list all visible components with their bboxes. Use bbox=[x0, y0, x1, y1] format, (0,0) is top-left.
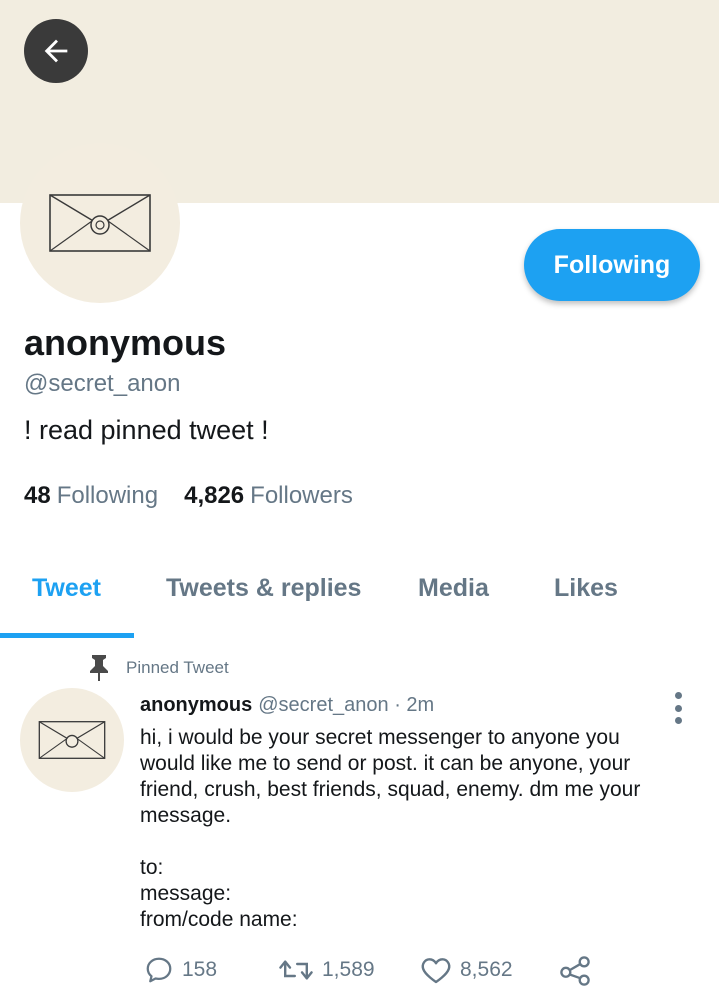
following-stat[interactable]: 48 Following bbox=[24, 482, 158, 510]
retweet-icon bbox=[279, 960, 313, 980]
following-count: 48 bbox=[24, 482, 51, 509]
active-tab-indicator bbox=[0, 633, 134, 638]
tweet-avatar[interactable] bbox=[20, 688, 124, 792]
followers-label: Followers bbox=[250, 482, 353, 509]
envelope-icon bbox=[38, 721, 106, 759]
vertical-dots-icon bbox=[674, 692, 682, 699]
profile-stats: 48 Following 4,826 Followers bbox=[24, 482, 353, 510]
tweet-author-meta: @secret_anon · 2m bbox=[258, 694, 435, 716]
arrow-left-icon bbox=[44, 39, 68, 63]
profile-bio: ! read pinned tweet ! bbox=[24, 415, 269, 445]
tab-tweets[interactable]: Tweet bbox=[32, 574, 101, 603]
retweet-button[interactable]: 1,589 bbox=[278, 955, 375, 985]
dot bbox=[674, 704, 682, 712]
share-button[interactable] bbox=[558, 955, 600, 987]
tweet-header: anonymous @secret_anon · 2m bbox=[140, 694, 434, 717]
reply-count: 158 bbox=[182, 958, 218, 981]
back-button[interactable] bbox=[24, 19, 88, 83]
pinned-tweet-label: Pinned Tweet bbox=[126, 658, 229, 677]
tab-media[interactable]: Media bbox=[418, 574, 489, 603]
retweet-count: 1,589 bbox=[322, 958, 375, 981]
envelope-icon bbox=[49, 194, 151, 252]
tweet-line-from: from/code name: bbox=[140, 908, 298, 931]
speech-bubble-icon bbox=[146, 957, 172, 983]
tweet-author-name[interactable]: anonymous bbox=[140, 694, 252, 716]
profile-avatar[interactable] bbox=[20, 143, 180, 303]
tweet-text: hi, i would be your secret messenger to … bbox=[140, 725, 680, 933]
tab-likes[interactable]: Likes bbox=[554, 574, 618, 603]
tweet-line-message: message: bbox=[140, 882, 232, 905]
profile-tabs: Tweet Tweets & replies Media Likes bbox=[0, 560, 719, 638]
following-label: Following bbox=[56, 482, 159, 509]
like-button[interactable]: 8,562 bbox=[420, 955, 513, 985]
tweet-line-to: to: bbox=[140, 856, 164, 879]
tab-tweets-replies[interactable]: Tweets & replies bbox=[166, 574, 361, 603]
pinned-tweet-indicator: Pinned Tweet bbox=[88, 655, 229, 681]
reply-button[interactable]: 158 bbox=[144, 955, 217, 985]
dot bbox=[674, 717, 682, 724]
more-options-button[interactable] bbox=[668, 692, 688, 724]
heart-icon bbox=[421, 958, 451, 984]
profile-handle: @secret_anon bbox=[24, 370, 181, 397]
like-count: 8,562 bbox=[460, 958, 513, 981]
profile-display-name: anonymous bbox=[24, 322, 227, 363]
pin-icon bbox=[90, 655, 108, 681]
followers-count: 4,826 bbox=[184, 482, 245, 509]
tweet-paragraph: hi, i would be your secret messenger to … bbox=[140, 726, 641, 827]
following-button[interactable]: Following bbox=[524, 229, 700, 301]
followers-stat[interactable]: 4,826 Followers bbox=[184, 482, 353, 510]
tweet-actions: 158 1,589 8,562 bbox=[140, 955, 600, 991]
share-icon bbox=[560, 956, 590, 986]
